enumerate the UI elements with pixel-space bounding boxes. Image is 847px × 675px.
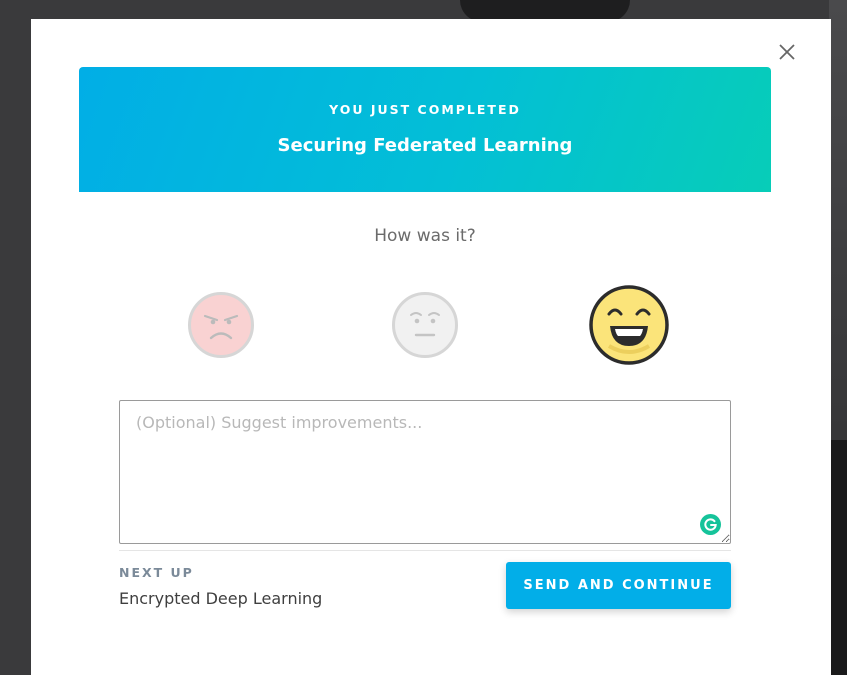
- banner-title: Securing Federated Learning: [277, 135, 573, 156]
- feedback-textarea[interactable]: [119, 400, 731, 544]
- backdrop-edge-dark: [829, 440, 847, 675]
- happy-face-icon[interactable]: [588, 284, 670, 366]
- close-icon[interactable]: [776, 41, 798, 63]
- send-and-continue-button[interactable]: SEND AND CONTINUE: [506, 562, 731, 609]
- completed-banner: YOU JUST COMPLETED Securing Federated Le…: [79, 67, 771, 192]
- rating-question: How was it?: [374, 226, 476, 246]
- divider: [119, 550, 731, 551]
- neutral-face-icon[interactable]: [391, 291, 459, 359]
- next-up-label: NEXT UP: [119, 565, 194, 580]
- sad-face-icon[interactable]: [187, 291, 255, 359]
- banner-kicker: YOU JUST COMPLETED: [329, 102, 521, 117]
- next-up-title: Encrypted Deep Learning: [119, 589, 323, 608]
- grammarly-icon[interactable]: [700, 514, 721, 535]
- completion-modal: YOU JUST COMPLETED Securing Federated Le…: [31, 19, 831, 675]
